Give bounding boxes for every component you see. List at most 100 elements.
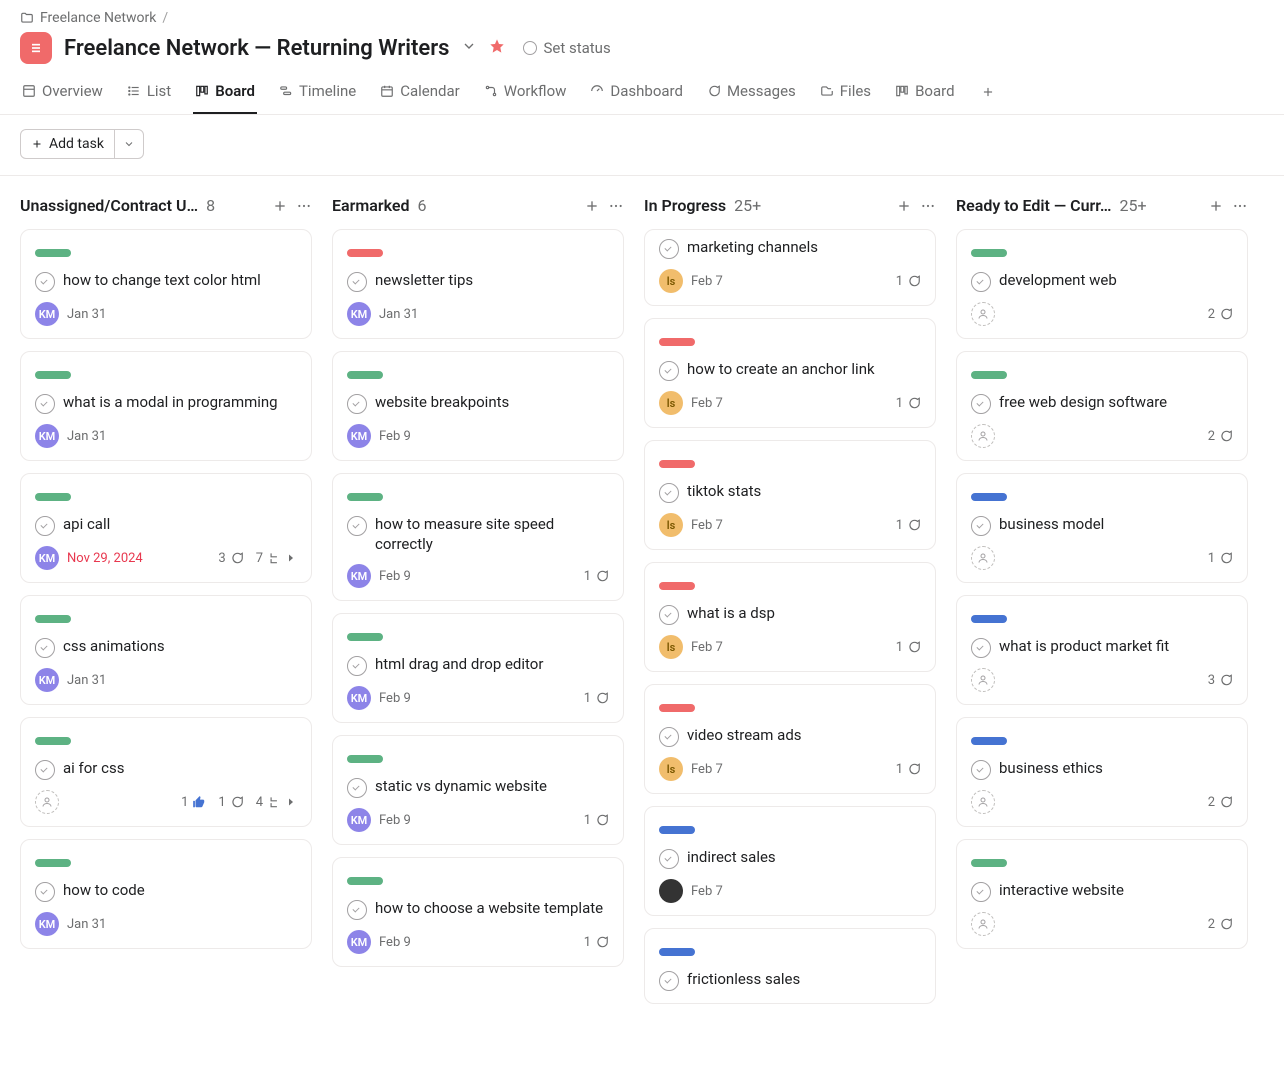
avatar[interactable]	[971, 668, 995, 692]
tab-files[interactable]: Files	[818, 72, 873, 114]
task-card[interactable]: newsletter tips KMJan 31	[332, 229, 624, 339]
complete-toggle-icon[interactable]	[971, 516, 991, 536]
tab-list[interactable]: List	[125, 72, 173, 114]
avatar[interactable]: ls	[659, 513, 683, 537]
task-card[interactable]: website breakpoints KMFeb 9	[332, 351, 624, 461]
avatar[interactable]: KM	[35, 912, 59, 936]
complete-toggle-icon[interactable]	[347, 394, 367, 414]
task-card[interactable]: how to create an anchor link lsFeb 71	[644, 318, 936, 428]
task-card[interactable]: static vs dynamic website KMFeb 91	[332, 735, 624, 845]
avatar[interactable]	[971, 790, 995, 814]
tab-workflow[interactable]: Workflow	[482, 72, 569, 114]
task-card[interactable]: css animations KMJan 31	[20, 595, 312, 705]
task-card[interactable]: video stream ads lsFeb 71	[644, 684, 936, 794]
task-card[interactable]: tiktok stats lsFeb 71	[644, 440, 936, 550]
complete-toggle-icon[interactable]	[659, 849, 679, 869]
task-card[interactable]: free web design software 2	[956, 351, 1248, 461]
column-title[interactable]: In Progress	[644, 196, 726, 215]
avatar[interactable]	[971, 546, 995, 570]
complete-toggle-icon[interactable]	[347, 778, 367, 798]
column-title[interactable]: Ready to Edit — Curr…	[956, 196, 1111, 215]
tab-board-2[interactable]: Board	[893, 72, 956, 114]
avatar[interactable]	[35, 790, 59, 814]
task-card[interactable]: ai for css 1 1 4	[20, 717, 312, 827]
comments-count[interactable]: 1	[584, 569, 609, 584]
complete-toggle-icon[interactable]	[971, 638, 991, 658]
complete-toggle-icon[interactable]	[659, 971, 679, 991]
complete-toggle-icon[interactable]	[659, 239, 679, 259]
comments-count[interactable]: 2	[1208, 307, 1233, 322]
subtasks-count[interactable]: 4	[256, 795, 297, 810]
complete-toggle-icon[interactable]	[35, 272, 55, 292]
avatar[interactable]	[971, 424, 995, 448]
complete-toggle-icon[interactable]	[347, 656, 367, 676]
complete-toggle-icon[interactable]	[35, 394, 55, 414]
comments-count[interactable]: 1	[896, 396, 921, 411]
task-card[interactable]: what is product market fit 3	[956, 595, 1248, 705]
avatar[interactable]: KM	[347, 302, 371, 326]
avatar[interactable]: KM	[347, 686, 371, 710]
add-card-button[interactable]	[272, 198, 288, 214]
project-actions-chevron-icon[interactable]	[461, 38, 477, 58]
comments-count[interactable]: 2	[1208, 795, 1233, 810]
avatar[interactable]	[971, 912, 995, 936]
add-task-dropdown-button[interactable]	[114, 130, 143, 158]
add-card-button[interactable]	[1208, 198, 1224, 214]
breadcrumb-parent-link[interactable]: Freelance Network	[40, 10, 156, 26]
complete-toggle-icon[interactable]	[971, 272, 991, 292]
comments-count[interactable]: 1	[896, 762, 921, 777]
avatar[interactable]: KM	[347, 424, 371, 448]
comments-count[interactable]: 3	[218, 551, 243, 566]
complete-toggle-icon[interactable]	[971, 394, 991, 414]
comments-count[interactable]: 2	[1208, 429, 1233, 444]
add-task-button[interactable]: Add task	[21, 130, 114, 158]
task-card[interactable]: how to measure site speed correctly KMFe…	[332, 473, 624, 601]
task-card[interactable]: how to choose a website template KMFeb 9…	[332, 857, 624, 967]
complete-toggle-icon[interactable]	[659, 361, 679, 381]
avatar[interactable]: KM	[35, 424, 59, 448]
tab-messages[interactable]: Messages	[705, 72, 798, 114]
task-card[interactable]: business model 1	[956, 473, 1248, 583]
set-status-button[interactable]: Set status	[523, 39, 610, 57]
avatar[interactable]	[659, 879, 683, 903]
tab-dashboard[interactable]: Dashboard	[588, 72, 685, 114]
complete-toggle-icon[interactable]	[347, 272, 367, 292]
complete-toggle-icon[interactable]	[971, 882, 991, 902]
comments-count[interactable]: 1	[896, 518, 921, 533]
project-icon[interactable]	[20, 32, 52, 64]
comments-count[interactable]: 1	[218, 795, 243, 810]
task-card[interactable]: business ethics 2	[956, 717, 1248, 827]
tab-board[interactable]: Board	[193, 72, 257, 114]
task-card[interactable]: html drag and drop editor KMFeb 91	[332, 613, 624, 723]
complete-toggle-icon[interactable]	[971, 760, 991, 780]
avatar[interactable]: ls	[659, 635, 683, 659]
tab-timeline[interactable]: Timeline	[277, 72, 358, 114]
task-card[interactable]: how to change text color html KMJan 31	[20, 229, 312, 339]
star-icon[interactable]	[489, 38, 505, 58]
complete-toggle-icon[interactable]	[347, 900, 367, 920]
avatar[interactable]: KM	[347, 564, 371, 588]
column-more-icon[interactable]	[608, 198, 624, 214]
avatar[interactable]: KM	[347, 930, 371, 954]
complete-toggle-icon[interactable]	[659, 727, 679, 747]
task-card[interactable]: what is a modal in programming KMJan 31	[20, 351, 312, 461]
complete-toggle-icon[interactable]	[347, 516, 367, 536]
tab-overview[interactable]: Overview	[20, 72, 105, 114]
complete-toggle-icon[interactable]	[35, 638, 55, 658]
column-more-icon[interactable]	[296, 198, 312, 214]
task-card[interactable]: frictionless sales	[644, 928, 936, 1004]
subtasks-count[interactable]: 7	[256, 551, 297, 566]
complete-toggle-icon[interactable]	[35, 516, 55, 536]
column-title[interactable]: Unassigned/Contract U…	[20, 196, 198, 215]
add-tab-button[interactable]	[977, 76, 999, 111]
complete-toggle-icon[interactable]	[659, 483, 679, 503]
avatar[interactable]: ls	[659, 391, 683, 415]
task-card[interactable]: api call KM Nov 29, 2024 3 7	[20, 473, 312, 583]
avatar[interactable]: KM	[347, 808, 371, 832]
comments-count[interactable]: 3	[1208, 673, 1233, 688]
comments-count[interactable]: 1	[896, 640, 921, 655]
avatar[interactable]: KM	[35, 668, 59, 692]
avatar[interactable]: ls	[659, 269, 683, 293]
comments-count[interactable]: 1	[584, 813, 609, 828]
column-more-icon[interactable]	[1232, 198, 1248, 214]
